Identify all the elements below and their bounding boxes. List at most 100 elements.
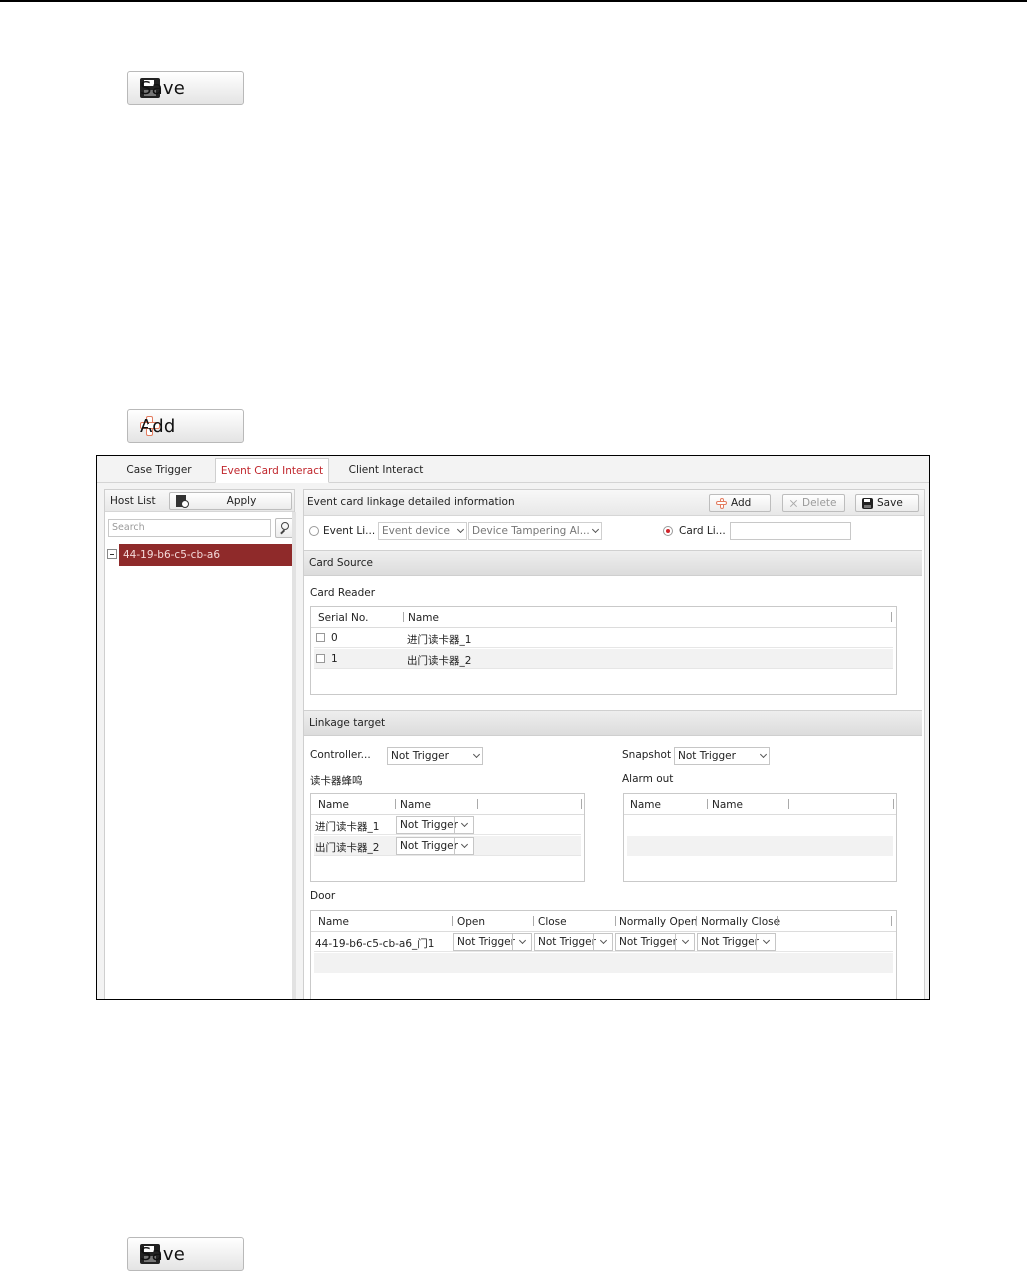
buzzer-trigger-select[interactable]: Not Trigger	[396, 816, 474, 834]
alarm-out-label: Alarm out	[622, 773, 674, 785]
card-reader-table-header: Serial No. Name	[311, 607, 896, 628]
controller-label: Controller...	[310, 749, 371, 761]
chevron-down-icon	[460, 819, 469, 828]
tab-bar: Case Trigger Event Card Interact Client …	[97, 456, 929, 483]
search-icon	[281, 522, 289, 530]
linkage-target-section-header: Linkage target	[304, 710, 922, 736]
chevron-down-icon	[518, 936, 527, 945]
tab-case-trigger[interactable]: Case Trigger	[117, 458, 201, 483]
alarm-out-table: Name Name	[623, 793, 897, 882]
door-table-header: Name Open Close Normally Open Normally C…	[311, 911, 896, 932]
apply-button[interactable]: Apply	[169, 492, 292, 510]
column-header: Close	[538, 916, 567, 928]
column-header: Name	[400, 799, 431, 811]
row-checkbox[interactable]	[316, 633, 325, 642]
card-linkage-label: Card Li...	[679, 525, 726, 537]
detail-save-label: Save	[877, 497, 903, 509]
detail-add-button[interactable]: Add	[709, 494, 771, 512]
trigger-value: Not Trigger	[538, 936, 596, 948]
detail-panel: Event card linkage detailed information …	[303, 489, 925, 999]
buzzer-label: 读卡器蜂鸣	[310, 775, 363, 787]
name-cell: 出门读卡器_2	[407, 655, 472, 667]
host-list-panel: Host List Apply Search 44-19-b6-c5-cb-a6	[104, 489, 296, 999]
collapse-icon[interactable]	[107, 549, 117, 559]
door-name-cell: 44-19-b6-c5-cb-a6_门1	[315, 938, 435, 950]
column-header: Name	[318, 916, 349, 928]
buzzer-table-header: Name Name	[311, 794, 584, 815]
add-button[interactable]: Add	[127, 409, 244, 443]
empty-row	[314, 953, 893, 973]
event-type-value: Device Tampering Al...	[472, 525, 590, 537]
column-header: Open	[457, 916, 486, 928]
chevron-down-icon	[599, 936, 608, 945]
host-tree-item: 44-19-b6-c5-cb-a6	[107, 544, 294, 566]
alarm-out-table-header: Name Name	[624, 794, 896, 815]
table-row: 进门读卡器_1 Not Trigger	[314, 815, 581, 835]
tab-event-card-interact[interactable]: Event Card Interact	[215, 458, 329, 483]
controller-value: Not Trigger	[391, 750, 449, 762]
embedded-screenshot: Case Trigger Event Card Interact Client …	[96, 455, 930, 1000]
event-linkage-label: Event Li...	[323, 525, 376, 537]
buzzer-trigger-select[interactable]: Not Trigger	[396, 837, 474, 855]
card-reader-label: Card Reader	[310, 587, 376, 599]
column-header: Name	[318, 799, 349, 811]
door-normally-close-select[interactable]: Not Trigger	[697, 933, 776, 951]
door-close-select[interactable]: Not Trigger	[534, 933, 613, 951]
host-list-header: Host List Apply	[105, 490, 294, 512]
trigger-value: Not Trigger	[457, 936, 515, 948]
add-label: Add	[140, 415, 176, 437]
top-save-button[interactable]: Save	[127, 71, 244, 105]
door-label: Door	[310, 890, 336, 902]
apply-label: Apply	[226, 495, 257, 507]
name-cell: 出门读卡器_2	[315, 842, 380, 854]
table-row[interactable]: 0 进门读卡器_1	[314, 628, 893, 648]
column-header: Name	[630, 799, 661, 811]
trigger-value: Not Trigger	[701, 936, 759, 948]
table-row: 出门读卡器_2 Not Trigger	[314, 836, 581, 856]
snapshot-select[interactable]: Not Trigger	[674, 747, 770, 765]
table-row: 44-19-b6-c5-cb-a6_门1 Not Trigger Not Tri…	[314, 932, 893, 952]
door-open-select[interactable]: Not Trigger	[453, 933, 532, 951]
controller-select[interactable]: Not Trigger	[387, 747, 483, 765]
snapshot-value: Not Trigger	[678, 750, 736, 762]
top-save-label: Save	[140, 77, 185, 99]
serial-cell: 0	[331, 632, 338, 644]
chevron-down-icon	[472, 750, 481, 759]
detail-save-button[interactable]: Save	[855, 494, 919, 512]
chevron-down-icon	[759, 750, 768, 759]
card-source-section-header: Card Source	[304, 550, 922, 576]
column-header: Normally Open	[619, 916, 698, 928]
card-reader-table: Serial No. Name 0 进门读卡器_1 1 出门读卡器_2	[310, 606, 897, 695]
door-normally-open-select[interactable]: Not Trigger	[615, 933, 695, 951]
plus-icon	[716, 497, 727, 509]
event-linkage-radio[interactable]	[309, 526, 319, 536]
card-linkage-radio[interactable]	[663, 526, 673, 536]
door-table: Name Open Close Normally Open Normally C…	[310, 910, 897, 999]
tab-client-interact[interactable]: Client Interact	[343, 458, 429, 483]
trigger-value: Not Trigger	[619, 936, 677, 948]
floppy-disk-icon	[862, 497, 873, 509]
host-tree-item-label[interactable]: 44-19-b6-c5-cb-a6	[119, 544, 294, 566]
page-top-rule	[0, 0, 1027, 2]
host-search-input[interactable]: Search	[108, 519, 271, 537]
snapshot-label: Snapshot	[622, 749, 672, 761]
name-cell: 进门读卡器_1	[407, 634, 472, 646]
event-type-select[interactable]: Device Tampering Al...	[468, 522, 602, 540]
detail-delete-label: Delete	[802, 497, 837, 509]
table-row[interactable]: 1 出门读卡器_2	[314, 649, 893, 669]
detail-delete-button[interactable]: Delete	[782, 494, 845, 512]
name-cell: 进门读卡器_1	[315, 821, 380, 833]
event-device-value: Event device	[382, 525, 450, 537]
detail-header: Event card linkage detailed information …	[304, 490, 924, 516]
card-linkage-input[interactable]	[730, 522, 851, 540]
host-list-scrollbar[interactable]	[292, 512, 296, 999]
chevron-down-icon	[456, 525, 465, 534]
host-list-title: Host List	[110, 495, 156, 507]
delete-icon	[789, 499, 798, 508]
row-checkbox[interactable]	[316, 654, 325, 663]
column-header: Name	[408, 612, 439, 624]
bottom-save-button[interactable]: Save	[127, 1237, 244, 1271]
trigger-value: Not Trigger	[400, 840, 458, 852]
serial-cell: 1	[331, 653, 338, 665]
event-device-select[interactable]: Event device	[378, 522, 467, 540]
